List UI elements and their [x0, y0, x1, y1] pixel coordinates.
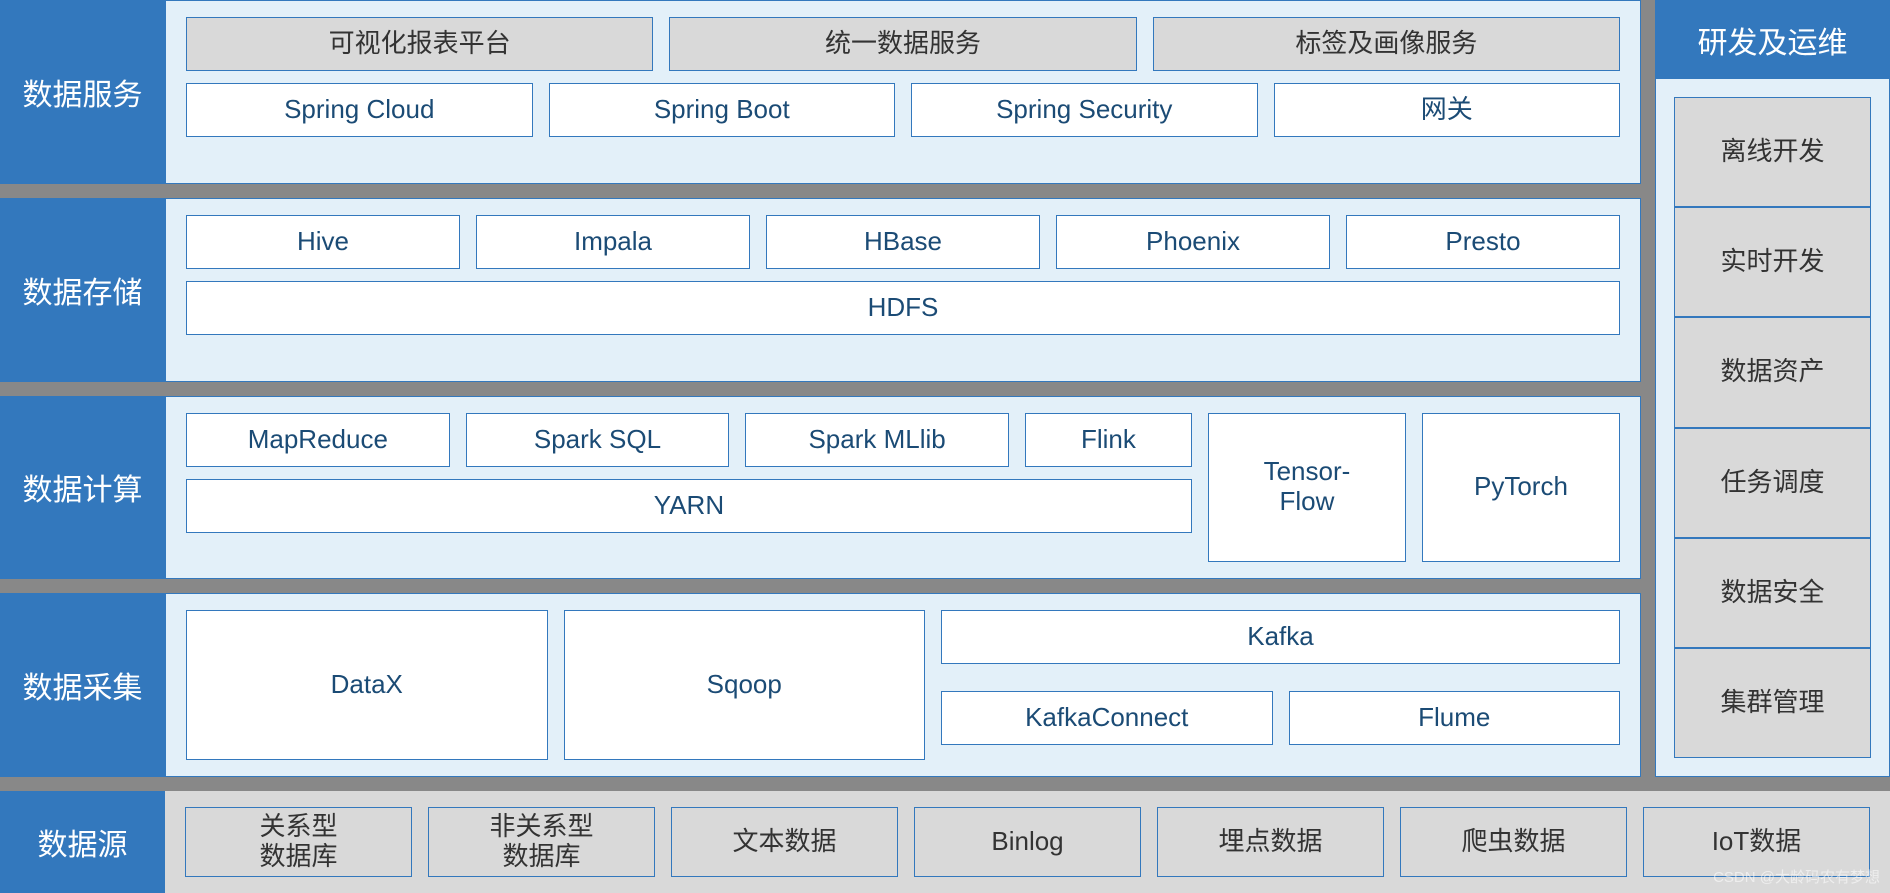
hbase: HBase [766, 215, 1040, 269]
layer-compute-label: 数据计算 [0, 396, 165, 580]
layer-storage: 数据存储 Hive Impala HBase Phoenix Presto HD… [0, 198, 1641, 382]
spring-security: Spring Security [911, 83, 1258, 137]
flume: Flume [1289, 691, 1621, 745]
source-tracking: 埋点数据 [1157, 807, 1384, 877]
hdfs: HDFS [186, 281, 1620, 335]
layer-source: 数据源 关系型 数据库 非关系型 数据库 文本数据 Binlog 埋点数据 爬虫… [0, 791, 1890, 893]
layer-storage-label: 数据存储 [0, 198, 165, 382]
layer-service-label: 数据服务 [0, 0, 165, 184]
sqoop: Sqoop [564, 610, 926, 760]
sidebar-item-realtime: 实时开发 [1674, 207, 1871, 317]
source-binlog: Binlog [914, 807, 1141, 877]
layer-service: 数据服务 可视化报表平台 统一数据服务 标签及画像服务 Spring Cloud… [0, 0, 1641, 184]
spark-sql: Spark SQL [466, 413, 730, 467]
kafka-connect: KafkaConnect [941, 691, 1273, 745]
gateway: 网关 [1274, 83, 1621, 137]
source-rdb: 关系型 数据库 [185, 807, 412, 877]
spring-boot: Spring Boot [549, 83, 896, 137]
sidebar-devops: 研发及运维 离线开发 实时开发 数据资产 任务调度 数据安全 集群管理 [1655, 0, 1890, 777]
layer-ingest: 数据采集 DataX Sqoop Kafka KafkaConnect Flum… [0, 593, 1641, 777]
spark-mllib: Spark MLlib [745, 413, 1009, 467]
pytorch: PyTorch [1422, 413, 1620, 563]
presto: Presto [1346, 215, 1620, 269]
sidebar-item-schedule: 任务调度 [1674, 428, 1871, 538]
source-text: 文本数据 [671, 807, 898, 877]
datax: DataX [186, 610, 548, 760]
sidebar-item-security: 数据安全 [1674, 538, 1871, 648]
impala: Impala [476, 215, 750, 269]
kafka: Kafka [941, 610, 1620, 664]
spring-cloud: Spring Cloud [186, 83, 533, 137]
tensorflow: Tensor- Flow [1208, 413, 1406, 563]
service-platform: 可视化报表平台 [186, 17, 653, 71]
service-profile: 标签及画像服务 [1153, 17, 1620, 71]
yarn: YARN [186, 479, 1192, 533]
layer-source-label: 数据源 [0, 791, 165, 893]
layer-ingest-label: 数据采集 [0, 593, 165, 777]
watermark: CSDN @大龄码农有梦想 [1713, 866, 1880, 887]
sidebar-title: 研发及运维 [1656, 1, 1889, 79]
mapreduce: MapReduce [186, 413, 450, 467]
source-crawler: 爬虫数据 [1400, 807, 1627, 877]
architecture-diagram: 数据服务 可视化报表平台 统一数据服务 标签及画像服务 Spring Cloud… [0, 0, 1890, 893]
sidebar-item-asset: 数据资产 [1674, 317, 1871, 427]
service-unified: 统一数据服务 [669, 17, 1136, 71]
source-nosql: 非关系型 数据库 [428, 807, 655, 877]
sidebar-item-offline: 离线开发 [1674, 97, 1871, 207]
phoenix: Phoenix [1056, 215, 1330, 269]
layer-compute: 数据计算 MapReduce Spark SQL Spark MLlib Fli… [0, 396, 1641, 580]
sidebar-item-cluster: 集群管理 [1674, 648, 1871, 758]
flink: Flink [1025, 413, 1192, 467]
hive: Hive [186, 215, 460, 269]
